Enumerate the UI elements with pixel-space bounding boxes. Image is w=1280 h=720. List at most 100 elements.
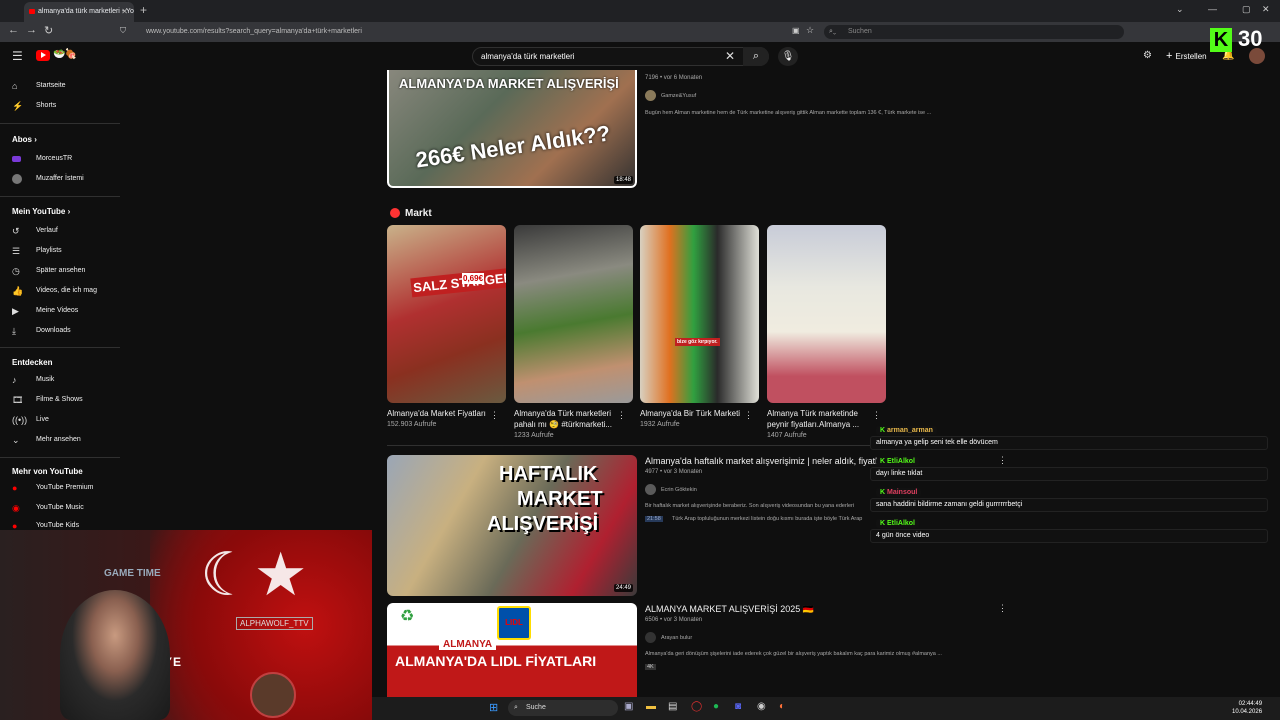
back-icon[interactable]: ←: [8, 24, 19, 36]
music-note-icon: ♪: [12, 375, 17, 385]
thumbnail-text: ALIŞVERİŞİ: [487, 513, 599, 535]
minimize-icon[interactable]: —: [1208, 4, 1217, 14]
video-title[interactable]: ALMANYA MARKET ALIŞVERİŞİ 2025 🇩🇪: [645, 604, 945, 615]
quality-badge: 4K: [645, 664, 656, 670]
youtube-logo-icon[interactable]: [36, 50, 50, 61]
sidebar-item-home[interactable]: ⌂ Startseite: [0, 76, 120, 96]
section-abos[interactable]: Abos ›: [12, 135, 37, 144]
channel-name[interactable]: Ecrin Göktekin: [661, 487, 697, 493]
youtube-doodle-icon[interactable]: 🥗🍖: [53, 49, 77, 60]
video-thumbnail[interactable]: HAFTALIK MARKET ALIŞVERİŞİ 24:49: [387, 455, 637, 596]
chapter-time[interactable]: 21:58: [645, 516, 663, 522]
gear-icon[interactable]: ⚙: [1143, 50, 1152, 61]
reload-icon[interactable]: ↻: [44, 24, 53, 37]
forward-icon[interactable]: →: [26, 24, 37, 36]
divider: [0, 347, 120, 348]
my-videos-icon: ▶: [12, 306, 19, 316]
taskbar-clock[interactable]: 02:44:49 10.04.2026: [1232, 700, 1262, 716]
sidebar-item-live[interactable]: ((•)) Live: [0, 410, 120, 430]
sidebar-item-premium[interactable]: ● YouTube Premium: [0, 478, 120, 498]
sidebar-item-downloads[interactable]: ⤓ Downloads: [0, 321, 120, 341]
channel-avatar[interactable]: [645, 90, 656, 101]
sidebar-item-morceustr[interactable]: MorceusTR: [0, 149, 120, 169]
opera-icon[interactable]: ◯: [691, 701, 702, 712]
channel-avatar[interactable]: [645, 632, 656, 643]
sidebar-item-music[interactable]: ♪ Musik: [0, 370, 120, 390]
short-title[interactable]: Almanya'da Market Fiyatları: [387, 408, 497, 419]
short-title[interactable]: Almanya'da Türk marketleri pahalı mı 🧐 #…: [514, 408, 624, 430]
channel-avatar: [12, 174, 22, 184]
discord-icon[interactable]: ◙: [735, 701, 741, 712]
clear-search-icon[interactable]: ✕: [725, 49, 735, 63]
video-title[interactable]: Almanya'da haftalık market alışverişimiz…: [645, 456, 880, 466]
windows-start-icon[interactable]: ⊞: [489, 701, 498, 714]
search-engine-icon[interactable]: ⌕⌄: [829, 25, 836, 39]
short-thumbnail[interactable]: bize göz kırpıyor.: [640, 225, 759, 403]
thumbnail-text: ALMANYA'DA LIDL FİYATLARI: [395, 653, 597, 669]
browser-search-input[interactable]: ⌕⌄ Suchen: [824, 25, 1124, 39]
create-button[interactable]: + Erstellen: [1160, 48, 1213, 65]
short-title[interactable]: Almanya Türk marketinde peynir fiyatları…: [767, 408, 877, 430]
more-actions-icon[interactable]: ⋮: [998, 603, 1007, 614]
sidebar-item-shorts[interactable]: ⚡ Shorts: [0, 96, 120, 116]
history-icon: ↺: [12, 226, 20, 236]
sidebar-item-music-app[interactable]: ◉ YouTube Music: [0, 498, 120, 518]
channel-name[interactable]: Arayan bulur: [661, 635, 692, 641]
video-thumbnail[interactable]: ♻ LIDL ALMANYA ALMANYA'DA LIDL FİYATLARI: [387, 603, 637, 700]
sidebar-item-history[interactable]: ↺ Verlauf: [0, 221, 120, 241]
duration-badge: 18:48: [613, 176, 633, 184]
channel-avatar[interactable]: [645, 484, 656, 495]
thumbnail-text: HAFTALIK: [499, 463, 598, 485]
channel-avatar: [12, 156, 21, 162]
close-window-icon[interactable]: ✕: [1262, 4, 1270, 15]
tab-list-icon[interactable]: ⌄: [1176, 4, 1184, 15]
short-title[interactable]: Almanya'da Bir Türk Marketi: [640, 408, 750, 419]
firefox-icon[interactable]: ◐: [779, 701, 785, 712]
restore-icon[interactable]: ▢: [1242, 4, 1251, 15]
task-view-icon[interactable]: ▣: [624, 701, 633, 712]
close-tab-icon[interactable]: ✕: [121, 2, 128, 22]
url-field[interactable]: www.youtube.com/results?search_query=alm…: [146, 28, 362, 35]
recycle-icon: ♻: [400, 608, 415, 625]
more-actions-icon[interactable]: ⋮: [872, 410, 881, 421]
search-button[interactable]: ⌕: [743, 47, 769, 66]
sidebar-item-show-more[interactable]: ⌄ Mehr ansehen: [0, 430, 120, 450]
sidebar-item-liked[interactable]: 👍 Videos, die ich mag: [0, 281, 120, 301]
clock-date: 10.04.2026: [1232, 709, 1263, 715]
more-actions-icon[interactable]: ⋮: [617, 410, 626, 421]
sidebar-item-my-videos[interactable]: ▶ Meine Videos: [0, 301, 120, 321]
reader-mode-icon[interactable]: ▣: [792, 26, 800, 35]
short-thumbnail[interactable]: SALZ STANGEN 0,69€: [387, 225, 506, 403]
video-thumbnail[interactable]: ALMANYA'DA MARKET ALIŞVERİŞİ 266€ Neler …: [387, 70, 637, 188]
sidebar-item-kids[interactable]: ● YouTube Kids: [0, 518, 120, 530]
sidebar-item-muzaffer[interactable]: Muzaffer İstemi: [0, 169, 120, 189]
new-tab-icon[interactable]: +: [140, 3, 147, 17]
browser-tab-bar: [0, 0, 1280, 22]
taskbar-search[interactable]: ⌕ Suche: [508, 700, 618, 716]
spotify-icon[interactable]: ●: [713, 701, 719, 712]
bookmark-star-icon[interactable]: ☆: [806, 25, 814, 36]
voice-search-icon[interactable]: 🎙: [778, 47, 798, 66]
file-explorer-icon[interactable]: ▬: [646, 701, 656, 712]
obs-icon[interactable]: ◉: [757, 701, 766, 712]
shelf-title: Markt: [405, 208, 432, 219]
short-thumbnail[interactable]: [514, 225, 633, 403]
search-icon: ⌕: [752, 50, 760, 62]
more-actions-icon[interactable]: ⋮: [490, 410, 499, 421]
clock-time: 02:44:49: [1238, 701, 1263, 707]
browser-tab[interactable]: almanya'da türk marketleri - Yo ✕: [24, 2, 134, 22]
neon-sign: GAME TIME: [104, 568, 161, 579]
menu-icon[interactable]: ☰: [12, 49, 23, 63]
chevron-down-icon: ⌄: [12, 435, 20, 445]
site-info-icon[interactable]: ⛉: [120, 26, 126, 36]
kick-badge-icon: K: [880, 520, 887, 527]
divider: [0, 196, 120, 197]
more-actions-icon[interactable]: ⋮: [744, 410, 753, 421]
sidebar-item-movies[interactable]: 🎞 Filme & Shows: [0, 390, 120, 410]
short-thumbnail[interactable]: [767, 225, 886, 403]
sidebar-item-playlists[interactable]: ☰ Playlists: [0, 241, 120, 261]
section-mein-youtube[interactable]: Mein YouTube ›: [12, 207, 70, 216]
channel-name[interactable]: Gamze&Yusuf: [661, 93, 696, 99]
calendar-app-icon[interactable]: ▤: [668, 701, 677, 712]
sidebar-item-watch-later[interactable]: ◷ Später ansehen: [0, 261, 120, 281]
